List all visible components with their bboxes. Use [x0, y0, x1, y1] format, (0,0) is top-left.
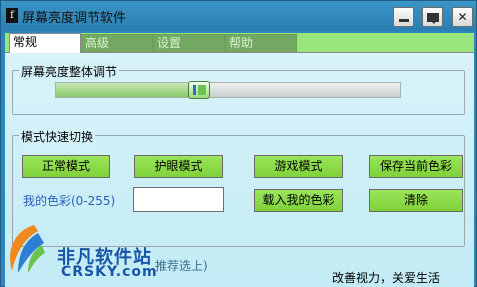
app-window: f 屏幕亮度调节软件 ✕ 常规 高级 设置 帮助 屏幕亮度整体调节 模式快速切换… — [0, 0, 477, 287]
load-color-button[interactable]: 载入我的色彩 — [254, 189, 343, 212]
minimize-button[interactable] — [393, 7, 414, 27]
clear-button[interactable]: 清除 — [369, 189, 463, 212]
brightness-group: 屏幕亮度整体调节 — [12, 63, 465, 115]
tab-advanced[interactable]: 高级 — [81, 34, 153, 52]
title-bar[interactable]: f 屏幕亮度调节软件 ✕ — [1, 1, 476, 31]
app-icon: f — [6, 8, 18, 23]
game-mode-button[interactable]: 游戏模式 — [254, 155, 343, 178]
my-color-label: 我的色彩(0-255) — [23, 194, 116, 208]
slogan-text: 改善视力，关爱生活 — [332, 271, 441, 285]
tab-general[interactable]: 常规 — [9, 33, 81, 53]
options-button[interactable] — [422, 7, 443, 27]
mode-group-label: 模式快速切换 — [19, 128, 96, 145]
window-title: 屏幕亮度调节软件 — [22, 11, 127, 26]
tab-settings[interactable]: 设置 — [153, 34, 225, 52]
brightness-slider-fill — [56, 83, 199, 97]
normal-mode-button[interactable]: 正常模式 — [22, 155, 110, 178]
close-button[interactable]: ✕ — [452, 7, 473, 27]
tab-strip: 常规 高级 设置 帮助 — [5, 33, 474, 53]
brightness-slider-thumb[interactable] — [188, 81, 210, 99]
brightness-slider[interactable] — [55, 81, 401, 99]
tab-help[interactable]: 帮助 — [225, 34, 297, 52]
brightness-group-label: 屏幕亮度整体调节 — [19, 63, 120, 80]
watermark-logo-icon — [10, 225, 45, 273]
my-color-input[interactable] — [133, 187, 224, 212]
recommend-hint: 推荐选上) — [155, 259, 208, 273]
save-color-button[interactable]: 保存当前色彩 — [369, 155, 463, 178]
eye-care-mode-button[interactable]: 护眼模式 — [134, 155, 223, 178]
watermark-domain: CRSKY.com — [61, 264, 158, 280]
mode-switch-group: 模式快速切换 正常模式 护眼模式 游戏模式 保存当前色彩 我的色彩(0-255)… — [12, 128, 465, 247]
